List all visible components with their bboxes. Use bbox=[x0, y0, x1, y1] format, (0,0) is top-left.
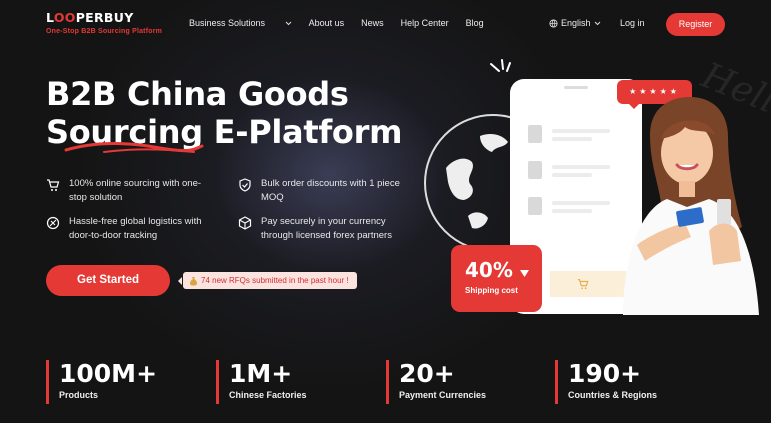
product-line bbox=[552, 137, 592, 141]
underline-swoosh-decoration bbox=[64, 142, 204, 153]
login-link[interactable]: Log in bbox=[620, 18, 645, 28]
product-line bbox=[552, 201, 610, 205]
language-selector[interactable]: English bbox=[549, 18, 601, 28]
stat-regions: 190+ Countries & Regions bbox=[555, 360, 657, 404]
chevron-down-icon bbox=[285, 21, 291, 26]
nav-news[interactable]: News bbox=[361, 18, 384, 28]
chevron-down-icon bbox=[594, 21, 600, 25]
stat-value: 20+ bbox=[399, 359, 455, 388]
product-thumb-bottle bbox=[528, 161, 542, 179]
nav-about-us[interactable]: About us bbox=[309, 18, 345, 28]
feature-global-logistics: Hassle-free global logistics with door-to… bbox=[46, 215, 202, 243]
stat-label: Products bbox=[59, 390, 99, 400]
shield-check-icon bbox=[239, 178, 251, 192]
money-bag-icon bbox=[190, 276, 197, 285]
shipping-cost-value: 40% bbox=[465, 258, 529, 282]
top-navbar: LOOPERBUY One-Stop B2B Sourcing Platform… bbox=[0, 0, 771, 50]
stat-products: 100M+ Products bbox=[46, 360, 157, 404]
product-thumb-shirt bbox=[528, 125, 542, 143]
nav-help-center[interactable]: Help Center bbox=[401, 18, 449, 28]
stat-value: 100M+ bbox=[59, 359, 158, 388]
globe-icon bbox=[549, 18, 558, 28]
box-icon bbox=[238, 216, 252, 230]
logo[interactable]: LOOPERBUY One-Stop B2B Sourcing Platform bbox=[46, 10, 162, 35]
get-started-button[interactable]: Get Started bbox=[46, 265, 170, 296]
phone-notch bbox=[564, 86, 588, 89]
feature-bulk-discount: Bulk order discounts with 1 piece MOQ bbox=[238, 177, 400, 205]
stat-value: 1M+ bbox=[229, 359, 293, 388]
shipping-cost-label: Shipping cost bbox=[465, 286, 518, 295]
nav-business-solutions[interactable]: Business Solutions bbox=[189, 18, 292, 28]
stat-factories: 1M+ Chinese Factories bbox=[216, 360, 307, 404]
stat-label: Countries & Regions bbox=[568, 390, 658, 400]
register-button[interactable]: Register bbox=[666, 13, 725, 36]
shipping-cost-card: 40% Shipping cost bbox=[451, 245, 542, 312]
stat-label: Chinese Factories bbox=[229, 390, 307, 400]
no-hassle-icon bbox=[46, 216, 60, 230]
sparkle-lines-decoration bbox=[490, 59, 511, 72]
product-line bbox=[552, 165, 610, 169]
nav-blog[interactable]: Blog bbox=[466, 18, 484, 28]
language-label: English bbox=[561, 18, 591, 28]
cart-icon bbox=[47, 179, 60, 191]
feature-online-sourcing: 100% online sourcing with one-stop solut… bbox=[46, 177, 201, 205]
product-line bbox=[552, 173, 592, 177]
logo-wordmark: LOOPERBUY bbox=[46, 10, 134, 25]
product-line bbox=[552, 129, 610, 133]
hero-title-line1: B2B China Goods bbox=[46, 75, 349, 113]
feature-secure-payment: Pay securely in your currency through lic… bbox=[238, 215, 392, 243]
stat-label: Payment Currencies bbox=[399, 390, 487, 400]
product-thumb-gear bbox=[528, 197, 542, 215]
arrow-down-icon bbox=[519, 270, 529, 277]
stat-currencies: 20+ Payment Currencies bbox=[386, 360, 486, 404]
rfq-notice-badge: 74 new RFQs submitted in the past hour ! bbox=[178, 272, 357, 289]
woman-with-card-photo bbox=[623, 97, 759, 315]
rfq-notice-text: 74 new RFQs submitted in the past hour ! bbox=[201, 276, 349, 285]
logo-tagline: One-Stop B2B Sourcing Platform bbox=[46, 28, 163, 35]
stat-value: 190+ bbox=[568, 359, 642, 388]
product-line bbox=[552, 209, 592, 213]
nav-links: Business Solutions About us News Help Ce… bbox=[189, 18, 501, 28]
cart-icon bbox=[577, 279, 589, 290]
